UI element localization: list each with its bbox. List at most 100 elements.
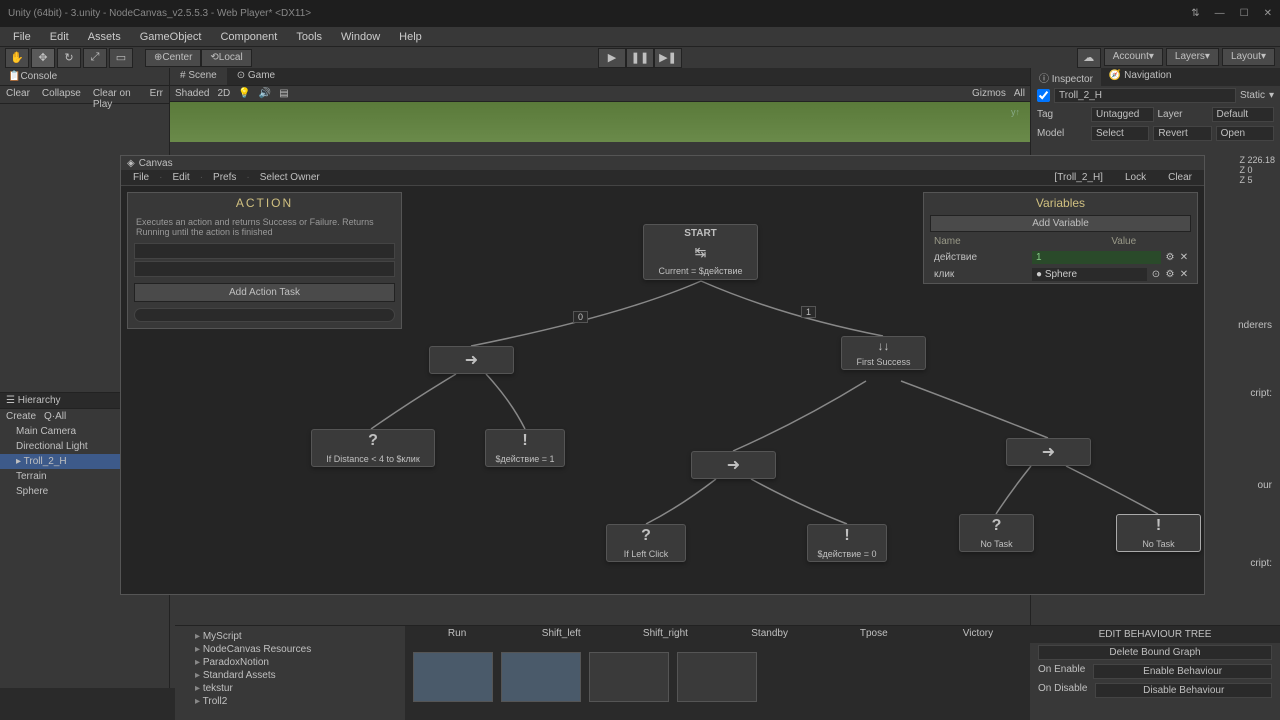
fx-icon[interactable]: ▤ (279, 88, 288, 99)
scene-view[interactable]: y↑ (170, 102, 1030, 142)
canvas-lock[interactable]: Lock (1119, 172, 1152, 183)
hand-tool[interactable]: ✋ (5, 48, 29, 68)
pause-button[interactable]: ❚❚ (626, 48, 654, 68)
canvas-graph-area[interactable]: ACTION Executes an action and returns Su… (121, 186, 1204, 594)
static-label[interactable]: Static (1240, 90, 1265, 101)
rotate-tool[interactable]: ↻ (57, 48, 81, 68)
node-first-success[interactable]: ↓↓ First Success (841, 336, 926, 370)
console-tab[interactable]: 📋 Console (0, 68, 169, 86)
menu-edit[interactable]: Edit (42, 29, 77, 45)
cloud-icon[interactable]: ☁ (1077, 48, 1101, 68)
layout-dropdown[interactable]: Layout ▾ (1222, 48, 1275, 66)
node-condition-leftclick[interactable]: ? If Left Click (606, 524, 686, 562)
menu-component[interactable]: Component (212, 29, 285, 45)
model-open[interactable]: Open (1216, 126, 1274, 141)
var-name[interactable]: действие (930, 251, 1030, 264)
anim-clip[interactable] (677, 652, 757, 702)
pivot-local[interactable]: ⟲ Local (201, 49, 251, 67)
mode-2d[interactable]: 2D (217, 88, 230, 99)
node-action-notask[interactable]: ! No Task (1116, 514, 1201, 552)
node-action-set1[interactable]: ! $действие = 1 (485, 429, 565, 467)
var-delete-icon[interactable]: ✕ (1177, 269, 1191, 280)
canvas-clear[interactable]: Clear (1162, 172, 1198, 183)
static-dropdown-icon[interactable]: ▾ (1269, 90, 1274, 101)
clip-standby[interactable]: Standby (718, 626, 822, 644)
menu-gameobject[interactable]: GameObject (132, 29, 210, 45)
var-value[interactable]: 1 (1032, 251, 1161, 264)
menu-window[interactable]: Window (333, 29, 388, 45)
console-clear[interactable]: Clear (0, 86, 36, 103)
action-comments-field[interactable] (134, 261, 395, 277)
delete-bound-graph[interactable]: Delete Bound Graph (1038, 645, 1272, 660)
node-sequence-1[interactable]: ➜ (429, 346, 514, 374)
close-icon[interactable]: ✕ (1264, 8, 1272, 19)
proj-nodecanvas[interactable]: NodeCanvas Resources (179, 643, 401, 656)
layer-value[interactable]: Default (1212, 107, 1275, 122)
canvas-file[interactable]: File (127, 172, 155, 183)
move-tool[interactable]: ✥ (31, 48, 55, 68)
add-variable-button[interactable]: Add Variable (930, 215, 1191, 232)
proj-troll2[interactable]: Troll2 (179, 695, 401, 708)
clip-tpose[interactable]: Tpose (822, 626, 926, 644)
console-clearonplay[interactable]: Clear on Play (87, 86, 144, 103)
disable-behaviour-dropdown[interactable]: Disable Behaviour (1095, 683, 1272, 698)
anim-clip[interactable] (589, 652, 669, 702)
console-collapse[interactable]: Collapse (36, 86, 87, 103)
scale-tool[interactable]: ⤢ (83, 48, 107, 68)
clip-shiftleft[interactable]: Shift_left (509, 626, 613, 644)
light-icon[interactable]: 💡 (238, 88, 250, 99)
console-err[interactable]: Err (144, 86, 169, 103)
game-tab[interactable]: ⊙ Game (227, 68, 285, 85)
action-search[interactable] (134, 308, 395, 322)
var-name[interactable]: клик (930, 268, 1030, 281)
play-button[interactable]: ▶ (598, 48, 626, 68)
node-action-set0[interactable]: ! $действие = 0 (807, 524, 887, 562)
search-all[interactable]: All (1014, 88, 1025, 99)
orientation-gizmo[interactable]: y↑ (1011, 107, 1020, 117)
enable-behaviour-dropdown[interactable]: Enable Behaviour (1093, 664, 1272, 679)
var-picker-icon[interactable]: ⊙ (1149, 269, 1163, 280)
var-settings-icon[interactable]: ⚙ (1163, 269, 1177, 280)
anim-clip[interactable] (501, 652, 581, 702)
proj-tekstur[interactable]: tekstur (179, 682, 401, 695)
add-action-task-button[interactable]: Add Action Task (134, 283, 395, 302)
maximize-icon[interactable]: ☐ (1240, 8, 1249, 19)
model-revert[interactable]: Revert (1153, 126, 1211, 141)
clip-run[interactable]: Run (405, 626, 509, 644)
menu-assets[interactable]: Assets (80, 29, 129, 45)
menu-help[interactable]: Help (391, 29, 430, 45)
proj-paradox[interactable]: ParadoxNotion (179, 656, 401, 669)
navigation-tab[interactable]: 🧭 Navigation (1101, 68, 1180, 86)
pin-icon[interactable]: ⇅ (1191, 8, 1199, 19)
pivot-center[interactable]: ⊕ Center (145, 49, 201, 67)
node-condition-distance[interactable]: ? If Distance < 4 to $клик (311, 429, 435, 467)
canvas-select-owner[interactable]: Select Owner (254, 172, 326, 183)
var-settings-icon[interactable]: ⚙ (1163, 252, 1177, 263)
node-sequence-3[interactable]: ➜ (1006, 438, 1091, 466)
minimize-icon[interactable]: — (1215, 8, 1225, 19)
canvas-prefs[interactable]: Prefs (207, 172, 242, 183)
menu-tools[interactable]: Tools (288, 29, 330, 45)
canvas-title-bar[interactable]: ◈ Canvas (121, 156, 1204, 170)
proj-standard[interactable]: Standard Assets (179, 669, 401, 682)
anim-clip[interactable] (413, 652, 493, 702)
rect-tool[interactable]: ▭ (109, 48, 133, 68)
model-select[interactable]: Select (1091, 126, 1149, 141)
step-button[interactable]: ▶❚ (654, 48, 682, 68)
var-value[interactable]: ● Sphere (1032, 268, 1147, 281)
tag-value[interactable]: Untagged (1091, 107, 1154, 122)
var-delete-icon[interactable]: ✕ (1177, 252, 1191, 263)
clip-victory[interactable]: Victory (926, 626, 1030, 644)
node-sequence-2[interactable]: ➜ (691, 451, 776, 479)
object-name[interactable]: Troll_2_H (1054, 88, 1236, 103)
hierarchy-search[interactable]: Q·All (44, 411, 66, 422)
account-dropdown[interactable]: Account ▾ (1104, 48, 1163, 66)
layers-dropdown[interactable]: Layers ▾ (1166, 48, 1219, 66)
node-start[interactable]: START ↹ Current = $действие (643, 224, 758, 280)
canvas-edit[interactable]: Edit (166, 172, 195, 183)
hierarchy-create[interactable]: Create (6, 411, 36, 422)
menu-file[interactable]: File (5, 29, 39, 45)
inspector-tab[interactable]: ⓘ Inspector (1031, 68, 1101, 86)
clip-shiftright[interactable]: Shift_right (613, 626, 717, 644)
gizmos-toggle[interactable]: Gizmos (972, 88, 1006, 99)
